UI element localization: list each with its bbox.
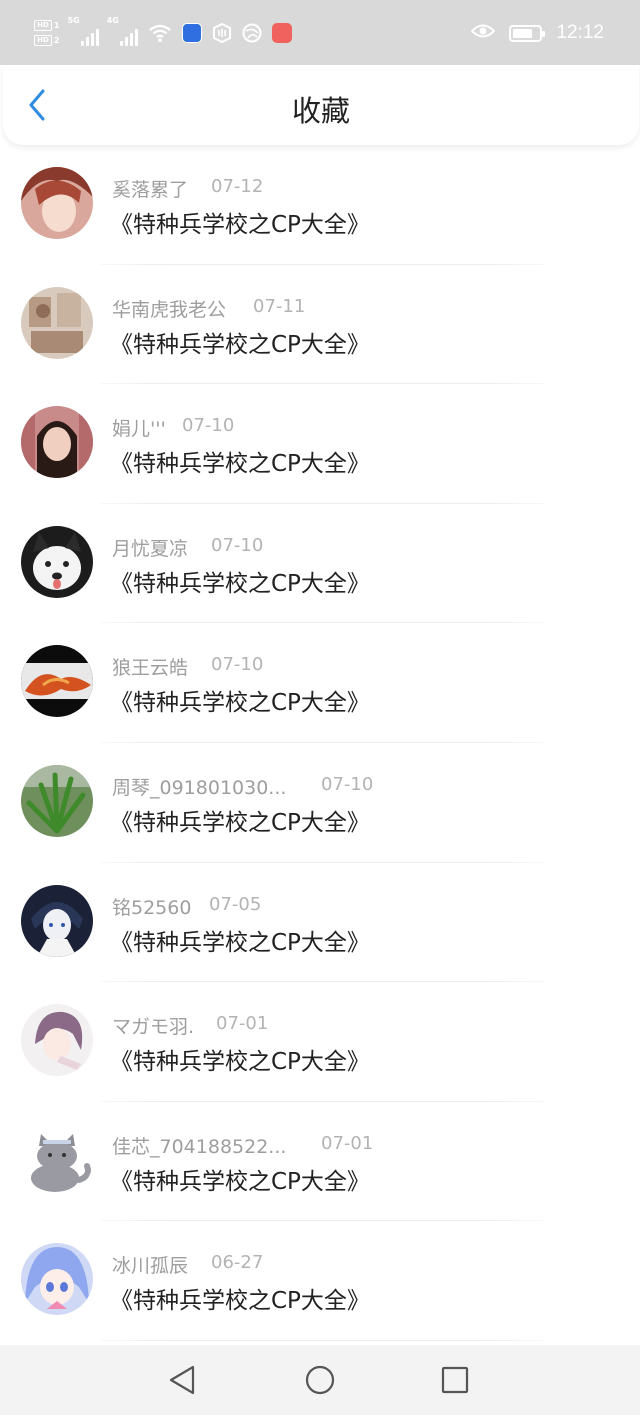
title-bar: 收藏 (3, 65, 639, 145)
battery-icon (509, 24, 546, 42)
item-username: 佳芯_704188522... (112, 1135, 287, 1158)
triangle-back-icon (169, 1365, 195, 1395)
app-notification-icon (271, 23, 292, 43)
sim2-index: 2 (54, 36, 60, 45)
item-date: 07-10 (321, 773, 374, 795)
item-date: 07-12 (211, 176, 264, 197)
item-date: 07-10 (182, 415, 235, 437)
eye-comfort-icon (471, 23, 496, 43)
avatar[interactable] (21, 645, 93, 718)
list-item[interactable]: 奚落累了 07-12 《特种兵学校之CP大全》 (0, 145, 640, 265)
avatar[interactable] (21, 1243, 93, 1316)
status-right-icons: 12:12 (471, 14, 604, 52)
favorites-list: 奚落累了 07-12 《特种兵学校之CP大全》 华南虎我老公 07-11 《特种… (0, 145, 640, 1341)
avatar[interactable] (21, 286, 93, 359)
avatar[interactable] (21, 167, 93, 239)
item-date: 07-05 (209, 893, 262, 915)
wifi-icon (148, 23, 172, 43)
status-time: 12:12 (556, 22, 604, 43)
sim1-index: 1 (54, 21, 60, 30)
item-book-title: 《特种兵学校之CP大全》 (110, 570, 370, 597)
sim1-network-type: 5G (67, 16, 80, 25)
nav-back-button[interactable] (164, 1362, 200, 1398)
list-item[interactable]: マガモ羽. 07-01 《特种兵学校之CP大全》 (0, 982, 640, 1102)
avatar[interactable] (21, 525, 93, 598)
list-item[interactable]: 月忧夏凉 07-10 《特种兵学校之CP大全》 (0, 504, 640, 624)
item-username: 铭52560 (112, 896, 192, 919)
item-date: 07-01 (321, 1132, 374, 1154)
sim2-hd-label: HD (34, 35, 52, 46)
page-title: 收藏 (291, 94, 350, 128)
sim1-hd-badge: HD 1 (34, 20, 60, 31)
item-date: 07-01 (216, 1013, 269, 1035)
avatar[interactable] (21, 1004, 93, 1077)
status-left-icons: HD 1 HD 2 5G 4G (34, 14, 292, 52)
avatar[interactable] (21, 764, 93, 837)
nav-home-button[interactable] (302, 1362, 338, 1398)
item-book-title: 《特种兵学校之CP大全》 (110, 809, 370, 836)
item-book-title: 《特种兵学校之CP大全》 (110, 690, 370, 717)
list-item[interactable]: 佳芯_704188522... 07-01 《特种兵学校之CP大全》 (0, 1102, 640, 1222)
sim1-hd-label: HD (34, 20, 52, 31)
app-notification-icon (181, 23, 202, 43)
nav-recents-button[interactable] (437, 1362, 473, 1398)
item-username: 华南虎我老公 (112, 298, 227, 321)
item-username: 狼王云皓 (112, 657, 189, 680)
list-item[interactable]: 铭52560 07-05 《特种兵学校之CP大全》 (0, 863, 640, 983)
sim2-hd-badge: HD 2 (34, 35, 60, 46)
item-date: 07-10 (211, 654, 264, 676)
divider (100, 1339, 545, 1341)
item-book-title: 《特种兵学校之CP大全》 (110, 1168, 370, 1195)
signal-icon (80, 28, 99, 46)
sim2-network-type: 4G (106, 16, 119, 25)
list-item[interactable]: 娟儿''' 07-10 《特种兵学校之CP大全》 (0, 384, 640, 504)
status-bar: HD 1 HD 2 5G 4G 12:12 (0, 0, 640, 65)
list-item[interactable]: 狼王云皓 07-10 《特种兵学校之CP大全》 (0, 623, 640, 743)
sim-indicators: HD 1 HD 2 (34, 20, 60, 46)
item-date: 06-27 (211, 1252, 264, 1274)
app-notification-icon (242, 23, 262, 43)
item-username: 周琴_091801030... (112, 776, 287, 799)
item-username: 月忧夏凉 (112, 537, 189, 560)
item-book-title: 《特种兵学校之CP大全》 (110, 1049, 370, 1076)
signal-icon (119, 28, 138, 46)
list-item[interactable]: 周琴_091801030... 07-10 《特种兵学校之CP大全》 (0, 743, 640, 863)
item-username: 冰川孤辰 (112, 1255, 189, 1278)
item-username: マガモ羽. (112, 1016, 195, 1039)
item-book-title: 《特种兵学校之CP大全》 (110, 451, 370, 478)
item-book-title: 《特种兵学校之CP大全》 (110, 929, 370, 956)
list-item[interactable]: 冰川孤辰 06-27 《特种兵学校之CP大全》 (0, 1221, 640, 1341)
square-recents-icon (441, 1366, 469, 1394)
item-username: 娟儿''' (112, 418, 166, 441)
system-nav-bar (0, 1345, 640, 1415)
avatar[interactable] (21, 1123, 93, 1196)
avatar[interactable] (21, 406, 93, 479)
list-item[interactable]: 华南虎我老公 07-11 《特种兵学校之CP大全》 (0, 265, 640, 385)
item-username: 奚落累了 (112, 179, 189, 201)
item-book-title: 《特种兵学校之CP大全》 (110, 1288, 370, 1315)
avatar[interactable] (21, 884, 93, 957)
circle-home-icon (305, 1365, 335, 1395)
app-notification-icon (212, 23, 232, 43)
item-date: 07-10 (211, 534, 264, 556)
item-date: 07-11 (253, 295, 306, 317)
item-book-title: 《特种兵学校之CP大全》 (110, 331, 370, 358)
item-book-title: 《特种兵学校之CP大全》 (110, 212, 370, 238)
